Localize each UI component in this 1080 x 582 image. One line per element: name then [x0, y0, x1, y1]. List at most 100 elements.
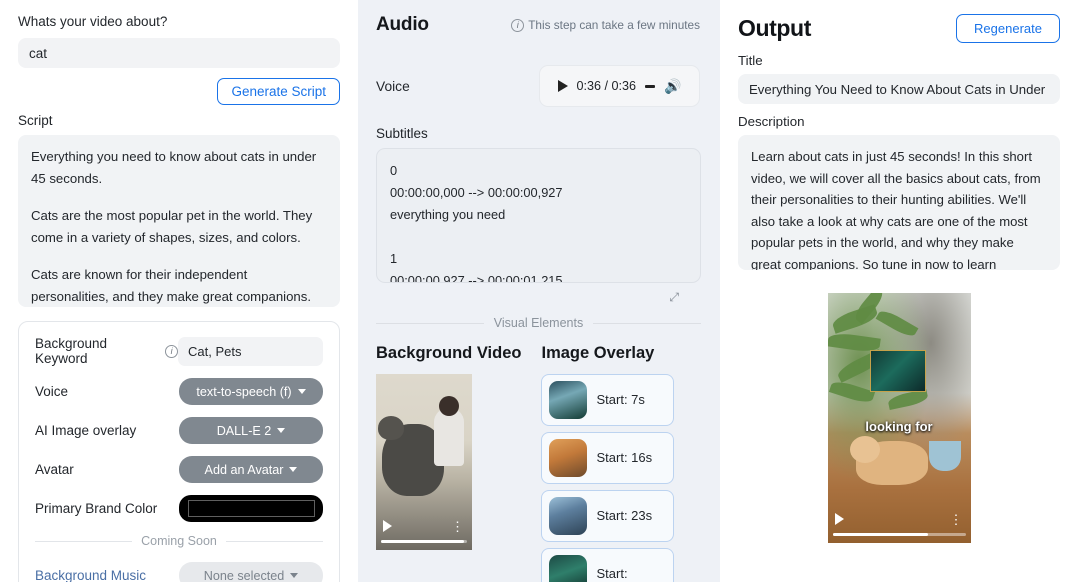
chevron-down-icon [297, 389, 306, 394]
background-video-controls[interactable]: ⋮ [376, 512, 472, 550]
setting-row-voice: Voice text-to-speech (f) [35, 378, 323, 405]
list-item[interactable]: Start: 23s [541, 490, 675, 542]
script-panel: Whats your video about? Generate Script … [0, 0, 358, 582]
setting-row-background-music: Background Music None selected [35, 562, 323, 582]
setting-row-avatar: Avatar Add an Avatar [35, 456, 323, 483]
brand-color-inner [187, 500, 315, 517]
ai-image-overlay-value: DALL-E 2 [216, 423, 272, 438]
resize-handle-icon[interactable]: ⤢ [376, 290, 701, 305]
chevron-down-icon [289, 467, 298, 472]
voice-dropdown[interactable]: text-to-speech (f) [179, 378, 323, 405]
page-title: Output [738, 15, 811, 41]
avatar-dropdown-value: Add an Avatar [204, 462, 284, 477]
audio-time: 0:36 / 0:36 [576, 79, 637, 93]
setting-row-brand-color: Primary Brand Color [35, 495, 323, 522]
background-video-column: Background Video ⋮ [376, 344, 521, 582]
avatar-dropdown[interactable]: Add an Avatar [179, 456, 323, 483]
generate-script-button[interactable]: Generate Script [217, 78, 340, 105]
mute-dash-icon[interactable] [645, 84, 656, 88]
script-paragraph: Cats are known for their independent per… [31, 267, 312, 304]
voice-audio-label: Voice [376, 78, 410, 94]
list-item[interactable]: Start: 16s [541, 432, 675, 484]
video-generator-app: Whats your video about? Generate Script … [0, 0, 1080, 582]
setting-row-background-keyword: Background Keyword i [35, 336, 323, 366]
progress-bar[interactable] [381, 540, 467, 543]
topic-question-label: Whats your video about? [18, 14, 168, 29]
list-item[interactable]: Start: 7s [541, 374, 675, 426]
visual-elements-divider: Visual Elements [376, 316, 701, 330]
visual-elements-label: Visual Elements [493, 316, 584, 330]
background-music-value: None selected [203, 568, 285, 582]
speaker-icon[interactable]: 🔊 [664, 79, 681, 93]
overlay-thumbnail [549, 439, 588, 477]
play-icon[interactable] [834, 513, 844, 525]
script-textarea[interactable]: Everything you need to know about cats i… [18, 135, 340, 307]
background-keyword-input[interactable] [178, 336, 323, 366]
subtitles-textarea[interactable]: 0 00:00:00,000 --> 00:00:00,927 everythi… [376, 148, 701, 283]
background-keyword-label: Background Keyword i [35, 336, 178, 366]
cat-head [849, 436, 880, 463]
settings-card: Background Keyword i Voice text-to-speec… [18, 321, 340, 582]
overlay-thumbnail [549, 555, 588, 582]
coming-soon-divider: Coming Soon [35, 534, 323, 548]
brand-color-swatch[interactable] [179, 495, 323, 522]
background-music-dropdown[interactable]: None selected [179, 562, 323, 582]
chevron-down-icon [277, 428, 286, 433]
subtitle-line: 00:00:00,000 --> 00:00:00,927 [390, 185, 563, 200]
subtitles-label: Subtitles [376, 126, 428, 141]
overlay-start-time: Start: [596, 566, 628, 581]
script-paragraph: Everything you need to know about cats i… [31, 149, 317, 186]
play-icon[interactable] [383, 520, 392, 532]
output-title-label: Title [738, 53, 763, 68]
background-keyword-label-text: Background Keyword [35, 336, 108, 366]
voice-audio-row: Voice 0:36 / 0:36 🔊 [376, 65, 700, 107]
regenerate-button[interactable]: Regenerate [956, 14, 1060, 43]
output-description-textarea[interactable]: Learn about cats in just 45 seconds! In … [738, 135, 1060, 270]
generate-script-row: Generate Script [18, 78, 340, 105]
overlay-image [869, 350, 926, 392]
output-panel-header: Output Regenerate [738, 14, 1060, 43]
topic-input[interactable] [18, 38, 340, 68]
plant-pot [928, 441, 961, 471]
subtitle-line: 0 [390, 163, 398, 178]
ai-image-overlay-label: AI Image overlay [35, 423, 137, 438]
setting-row-ai-image-overlay: AI Image overlay DALL-E 2 [35, 417, 323, 444]
subtitle-line: everything you need [390, 207, 506, 222]
audio-player[interactable]: 0:36 / 0:36 🔊 [538, 65, 700, 107]
overlay-start-time: Start: 7s [596, 392, 645, 407]
visual-elements-columns: Background Video ⋮ Image Overlay Start: … [376, 344, 700, 582]
audio-panel: Audio i This step can take a few minutes… [358, 0, 720, 582]
audio-title: Audio [376, 14, 429, 35]
output-panel: Output Regenerate Title Description Lear… [720, 0, 1080, 582]
subtitle-line [390, 226, 687, 248]
overlay-start-time: Start: 16s [596, 450, 653, 465]
ai-image-overlay-dropdown[interactable]: DALL-E 2 [179, 417, 323, 444]
output-video-player[interactable]: looking for ⋮ [827, 293, 971, 543]
output-video-controls[interactable]: ⋮ [828, 505, 971, 543]
voice-dropdown-value: text-to-speech (f) [196, 384, 292, 399]
image-overlay-list: Start: 7s Start: 16s Start: 23s Start: [541, 374, 675, 582]
subtitle-line: 00:00:00,927 --> 00:00:01,215 [390, 273, 563, 283]
kebab-menu-icon[interactable]: ⋮ [950, 513, 963, 526]
play-icon[interactable] [557, 80, 568, 92]
progress-bar[interactable] [832, 533, 966, 536]
background-video-player[interactable]: ⋮ [376, 374, 472, 550]
image-overlay-title: Image Overlay [541, 344, 655, 362]
kebab-menu-icon[interactable]: ⋮ [451, 520, 464, 533]
info-icon: i [511, 18, 525, 32]
audio-panel-header: Audio i This step can take a few minutes [376, 14, 700, 36]
output-title-input[interactable] [738, 74, 1060, 104]
script-label: Script [18, 113, 53, 128]
overlay-thumbnail [549, 497, 588, 535]
overlay-thumbnail [549, 381, 588, 419]
info-icon[interactable]: i [165, 344, 178, 358]
avatar-label: Avatar [35, 462, 74, 477]
video-caption: looking for [865, 419, 933, 434]
output-description-label: Description [738, 114, 805, 129]
overlay-start-time: Start: 23s [596, 508, 653, 523]
background-video-title: Background Video [376, 344, 522, 362]
script-paragraph: Cats are the most popular pet in the wor… [31, 208, 313, 245]
list-item[interactable]: Start: [541, 548, 675, 582]
output-video-wrap: looking for ⋮ [738, 293, 1060, 543]
background-music-label: Background Music [35, 568, 147, 582]
